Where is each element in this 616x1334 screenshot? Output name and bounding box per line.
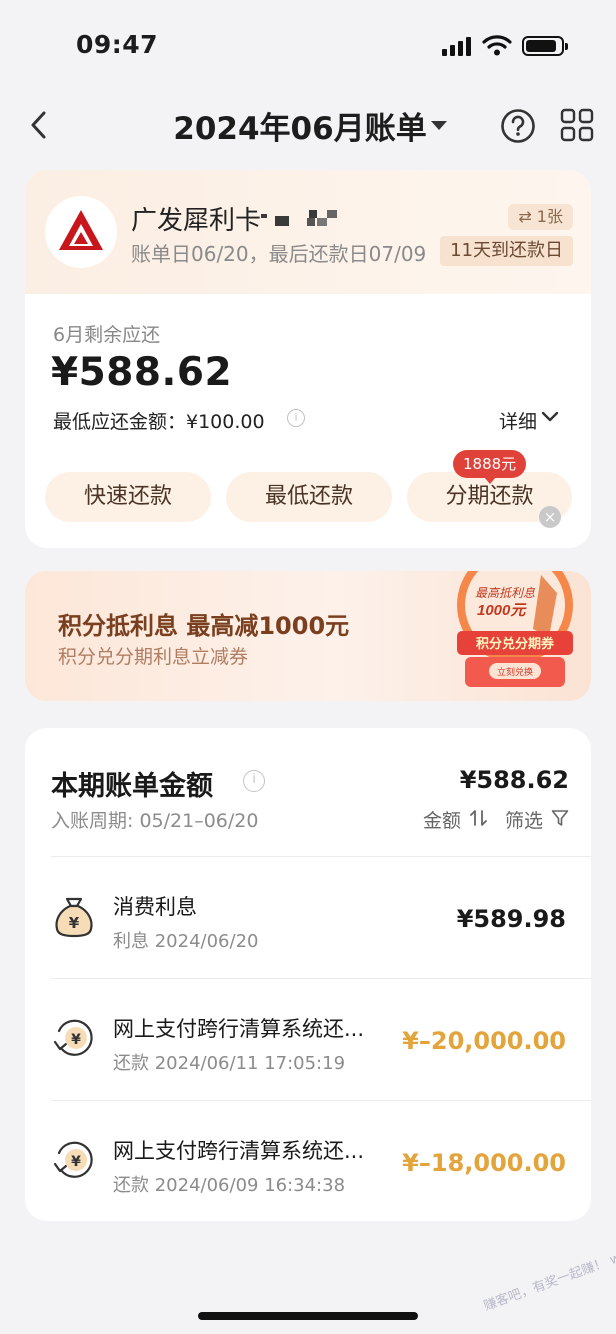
info-icon[interactable]: i	[243, 770, 265, 792]
bill-title: 本期账单金额	[51, 771, 213, 802]
chevron-down-icon[interactable]	[541, 410, 559, 424]
art-line2: 1000元	[477, 602, 527, 619]
masked-card-number	[261, 206, 345, 228]
transaction-subtitle: 还款 2024/06/11 17:05:19	[113, 1053, 346, 1074]
svg-text:¥: ¥	[69, 914, 80, 932]
bill-period: 入账周期: 05/21–06/20	[51, 810, 259, 832]
art-button: 立刻兑换	[497, 666, 533, 677]
grid-menu-icon[interactable]	[560, 108, 594, 142]
switch-card-button[interactable]: ⇄ 1张	[508, 204, 573, 230]
filter-button[interactable]: 筛选	[505, 806, 543, 833]
minimum-payment: 最低应还金额：¥100.00	[53, 411, 265, 433]
banner-subtitle: 积分兑分期利息立减券	[58, 646, 249, 668]
promo-tag: 1888元	[453, 450, 527, 484]
detail-link[interactable]: 详细	[499, 407, 537, 434]
art-line1: 最高抵利息	[475, 586, 535, 600]
filter-icon[interactable]	[551, 809, 569, 827]
repay-yuan-icon: ¥	[53, 1141, 93, 1178]
banner-title: 积分抵利息 最高减1000元	[58, 612, 350, 640]
back-arrow-icon[interactable]	[24, 108, 54, 142]
transaction-title: 消费利息	[113, 895, 197, 919]
coupon-illustration: 最高抵利息 1000元 积分兑分期券 立刻兑换	[457, 571, 573, 687]
help-icon[interactable]	[500, 108, 536, 144]
transaction-row[interactable]: ¥ 消费利息 利息 2024/06/20 ¥589.98	[25, 857, 591, 978]
transaction-row[interactable]: ¥ 网上支付跨行清算系统还... 还款 2024/06/09 16:34:38 …	[25, 1101, 591, 1222]
art-ribbon: 积分兑分期券	[476, 636, 555, 651]
info-icon[interactable]: i	[287, 409, 305, 427]
transaction-title: 网上支付跨行清算系统还...	[113, 1017, 365, 1041]
bank-logo	[45, 196, 117, 268]
sort-amount-button[interactable]: 金额	[423, 806, 461, 833]
transaction-row[interactable]: ¥ 网上支付跨行清算系统还... 还款 2024/06/11 17:05:19 …	[25, 979, 591, 1100]
status-time: 09:47	[76, 30, 159, 59]
card-header[interactable]: 广发犀利卡 账单日06/20，最后还款日07/09 ⇄ 1张 11天到还款日	[25, 170, 591, 294]
bill-summary-card: 广发犀利卡 账单日06/20，最后还款日07/09 ⇄ 1张 11天到还款日 6…	[25, 170, 591, 548]
bill-detail-card: 本期账单金额 i ¥588.62 入账周期: 05/21–06/20 金额 筛选…	[25, 728, 591, 1221]
sort-icon[interactable]	[469, 808, 489, 828]
minimum-repay-button[interactable]: 最低还款	[226, 472, 392, 522]
page-title[interactable]: 2024年06月账单	[150, 103, 450, 148]
remaining-label: 6月剩余应还	[53, 324, 161, 346]
close-icon[interactable]: ×	[539, 506, 561, 528]
transaction-subtitle: 还款 2024/06/09 16:34:38	[113, 1175, 346, 1196]
card-name: 广发犀利卡	[131, 206, 262, 236]
transaction-amount: ¥589.98	[456, 905, 566, 933]
repay-yuan-icon: ¥	[53, 1019, 93, 1056]
cellular-signal-icon	[442, 36, 472, 56]
quick-repay-button[interactable]: 快速还款	[45, 472, 211, 522]
battery-icon	[522, 36, 568, 56]
watermark: 赚客吧，有奖一起赚！ www.zuanke8.com	[481, 1212, 616, 1315]
svg-text:¥: ¥	[71, 1032, 81, 1048]
wifi-icon	[482, 35, 512, 56]
caret-down-icon[interactable]	[431, 121, 447, 130]
remaining-amount: ¥588.62	[51, 350, 233, 395]
points-promo-banner[interactable]: 积分抵利息 最高减1000元 积分兑分期利息立减券 最高抵利息 1000元 积分…	[25, 571, 591, 701]
money-bag-icon: ¥	[55, 897, 93, 938]
billing-dates: 账单日06/20，最后还款日07/09	[131, 242, 427, 266]
svg-text:¥: ¥	[71, 1154, 81, 1170]
days-to-due-badge: 11天到还款日	[440, 236, 573, 266]
transaction-subtitle: 利息 2024/06/20	[113, 931, 259, 952]
transaction-amount: ¥–18,000.00	[402, 1149, 566, 1177]
bill-total: ¥588.62	[459, 766, 569, 794]
home-indicator[interactable]	[198, 1312, 418, 1320]
transaction-amount: ¥–20,000.00	[402, 1027, 566, 1055]
transaction-title: 网上支付跨行清算系统还...	[113, 1139, 365, 1163]
